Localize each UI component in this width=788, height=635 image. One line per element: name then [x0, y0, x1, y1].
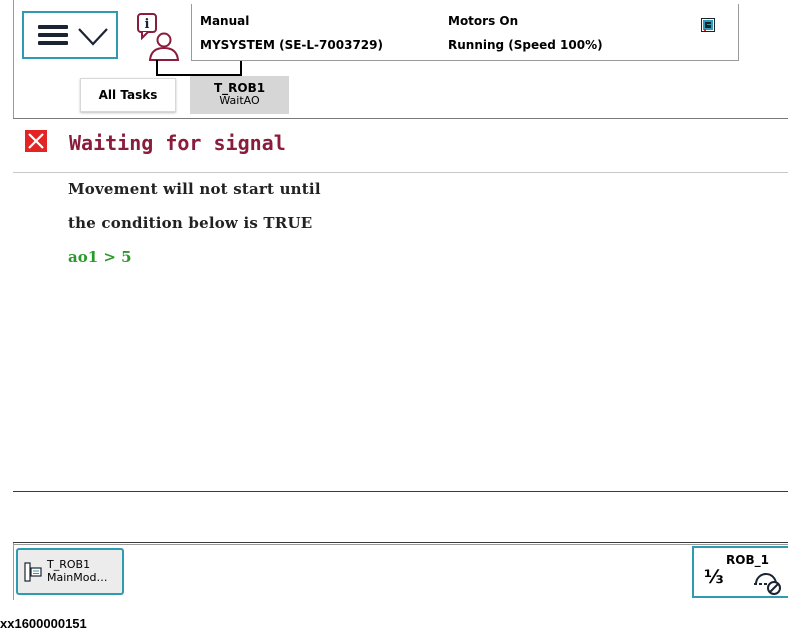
- hamburger-icon: [38, 25, 68, 45]
- program-state: Running (Speed 100%): [448, 38, 603, 52]
- module-icon: [24, 562, 42, 582]
- message-line: the condition below is TRUE: [68, 214, 313, 232]
- dialog-title: Waiting for signal: [69, 131, 286, 155]
- task-name: T_ROB1: [47, 558, 91, 571]
- dialog-panel: Waiting for signal Movement will not sta…: [13, 118, 788, 543]
- task-connector-line: [156, 60, 242, 76]
- close-icon: [28, 133, 44, 149]
- quickset-mechunit-button[interactable]: ROB_1 ⅓: [692, 546, 788, 598]
- operating-mode: Manual: [200, 14, 250, 28]
- status-divider: [191, 4, 192, 60]
- message-line: Movement will not start until: [68, 180, 321, 198]
- speed-status-icon[interactable]: [701, 18, 715, 32]
- motors-state: Motors On: [448, 14, 519, 28]
- chevron-down-icon: [78, 28, 108, 46]
- increment-value: ⅓: [704, 566, 724, 588]
- dialog-footer-divider: [13, 491, 788, 492]
- main-menu-button[interactable]: [22, 11, 118, 59]
- module-name: MainMod…: [47, 571, 108, 584]
- wait-condition: ao1 > 5: [68, 248, 132, 266]
- tab-sublabel: WaitAO: [219, 94, 260, 107]
- status-divider: [191, 60, 739, 61]
- info-person-icon[interactable]: i: [134, 12, 182, 62]
- mechunit-label: ROB_1: [726, 553, 769, 567]
- tab-t-rob1[interactable]: T_ROB1 WaitAO: [190, 76, 289, 114]
- svg-text:i: i: [145, 17, 150, 32]
- taskbar-divider: [13, 544, 788, 545]
- status-divider: [738, 4, 739, 60]
- figure-id: xx1600000151: [0, 616, 87, 631]
- tool-icon: [754, 573, 781, 595]
- dialog-header: Waiting for signal: [13, 119, 788, 173]
- tab-label: All Tasks: [98, 88, 158, 102]
- task-module-button[interactable]: T_ROB1 MainMod…: [16, 548, 124, 595]
- close-button[interactable]: [25, 130, 47, 152]
- tab-all-tasks[interactable]: All Tasks: [80, 78, 176, 112]
- system-name: MYSYSTEM (SE-L-7003729): [200, 38, 383, 52]
